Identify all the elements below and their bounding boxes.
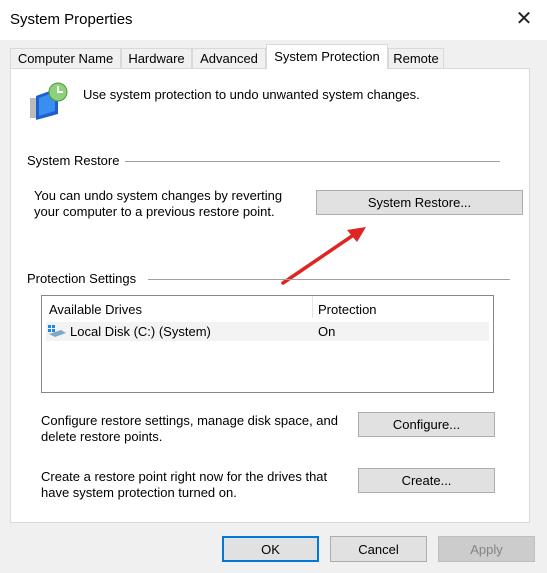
create-text-2: have system protection turned on. bbox=[41, 485, 237, 500]
configure-text-2: delete restore points. bbox=[41, 429, 163, 444]
close-icon[interactable]: ✕ bbox=[512, 6, 536, 32]
tab-hardware[interactable]: Hardware bbox=[121, 48, 192, 68]
system-protection-icon bbox=[30, 82, 68, 120]
tab-system-protection[interactable]: System Protection bbox=[266, 44, 388, 69]
protection-settings-group-label: Protection Settings bbox=[27, 271, 149, 286]
column-header-available-drives[interactable]: Available Drives bbox=[49, 302, 142, 317]
column-divider bbox=[312, 296, 313, 318]
create-button[interactable]: Create... bbox=[358, 468, 495, 493]
ok-button[interactable]: OK bbox=[222, 536, 319, 562]
create-text-1: Create a restore point right now for the… bbox=[41, 469, 328, 484]
tab-advanced[interactable]: Advanced bbox=[192, 48, 266, 68]
drive-name: Local Disk (C:) (System) bbox=[70, 324, 211, 339]
tab-remote[interactable]: Remote bbox=[388, 48, 444, 68]
intro-text: Use system protection to undo unwanted s… bbox=[83, 87, 420, 102]
drive-protection-status: On bbox=[318, 324, 336, 339]
apply-button[interactable]: Apply bbox=[438, 536, 535, 562]
system-restore-button[interactable]: System Restore... bbox=[316, 190, 523, 215]
window-title: System Properties bbox=[10, 11, 133, 28]
table-row[interactable]: Local Disk (C:) (System) On bbox=[46, 322, 489, 341]
drives-list[interactable]: Available Drives Protection Local Disk (… bbox=[41, 295, 494, 393]
column-header-protection[interactable]: Protection bbox=[318, 302, 377, 317]
system-restore-group-label: System Restore bbox=[27, 153, 126, 168]
configure-button[interactable]: Configure... bbox=[358, 412, 495, 437]
cancel-button[interactable]: Cancel bbox=[330, 536, 427, 562]
tab-computer-name[interactable]: Computer Name bbox=[10, 48, 121, 68]
configure-text-1: Configure restore settings, manage disk … bbox=[41, 413, 339, 428]
drive-icon bbox=[48, 325, 66, 337]
restore-text-2: your computer to a previous restore poin… bbox=[34, 204, 275, 219]
restore-text-1: You can undo system changes by reverting bbox=[34, 188, 283, 203]
